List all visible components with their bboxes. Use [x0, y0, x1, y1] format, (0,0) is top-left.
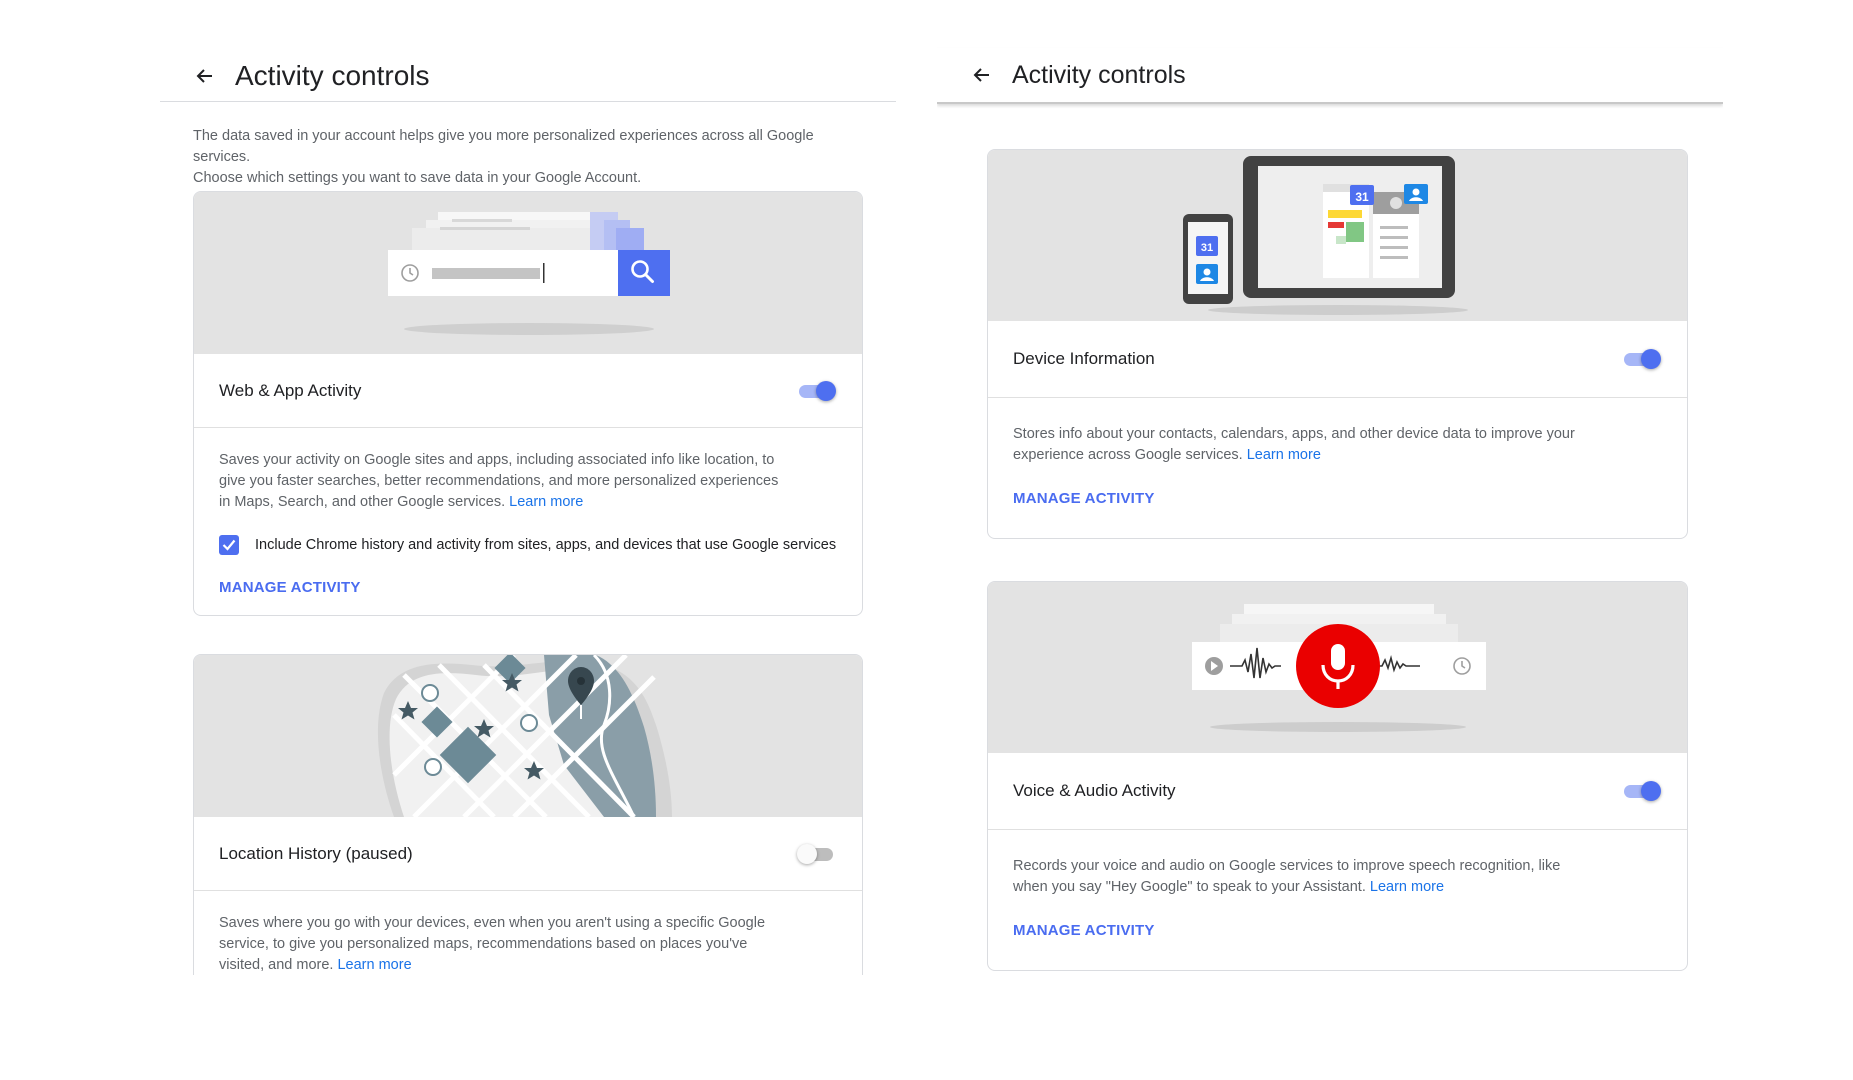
location-description: Saves where you go with your devices, ev… — [219, 915, 766, 973]
voice-illustration — [988, 582, 1687, 753]
search-illustration — [194, 192, 862, 354]
page-header: Activity controls — [160, 50, 896, 102]
manage-activity-button[interactable]: MANAGE ACTIVITY — [1013, 490, 1155, 507]
voice-description-area: Records your voice and audio on Google s… — [988, 830, 1687, 940]
location-description-area: Saves where you go with your devices, ev… — [194, 891, 862, 976]
page-title: Activity controls — [235, 59, 430, 91]
manage-activity-button[interactable]: MANAGE ACTIVITY — [1013, 922, 1155, 939]
learn-more-link[interactable]: Learn more — [509, 494, 583, 510]
page-title: Activity controls — [1012, 60, 1186, 89]
back-arrow-icon[interactable] — [962, 55, 1002, 95]
voice-audio-activity-toggle[interactable] — [1622, 780, 1662, 802]
voice-audio-activity-row: Voice & Audio Activity — [988, 753, 1687, 830]
setting-label: Voice & Audio Activity — [1013, 781, 1176, 800]
microphone-icon — [1296, 624, 1380, 708]
calendar-icon: 31 — [1350, 185, 1374, 205]
checkmark-icon — [222, 539, 236, 551]
right-activity-controls-screen: Activity controls 31 31 Device Informati… — [937, 0, 1723, 1080]
learn-more-link[interactable]: Learn more — [337, 957, 411, 973]
location-history-toggle[interactable] — [797, 843, 837, 865]
left-activity-controls-screen: Activity controls The data saved in your… — [160, 0, 896, 1080]
play-icon — [1205, 657, 1223, 675]
manage-activity-button[interactable]: MANAGE ACTIVITY — [219, 579, 361, 596]
web-app-activity-card: Web & App Activity Saves your activity o… — [193, 191, 863, 616]
voice-description: Records your voice and audio on Google s… — [1013, 858, 1561, 895]
chrome-history-option: Include Chrome history and activity from… — [219, 535, 837, 555]
intro-text: The data saved in your account helps giv… — [193, 128, 814, 186]
learn-more-link[interactable]: Learn more — [1370, 879, 1444, 895]
chrome-history-checkbox[interactable] — [219, 535, 239, 555]
location-history-row: Location History (paused) — [194, 817, 862, 891]
setting-label: Location History (paused) — [219, 843, 413, 863]
device-information-toggle[interactable] — [1622, 348, 1662, 370]
svg-text:31: 31 — [1355, 190, 1369, 204]
device-information-row: Device Information — [988, 321, 1687, 398]
map-illustration — [194, 655, 862, 817]
web-app-description: Saves your activity on Google sites and … — [219, 452, 779, 510]
learn-more-link[interactable]: Learn more — [1247, 447, 1321, 463]
setting-label: Web & App Activity — [219, 380, 362, 400]
device-description: Stores info about your contacts, calenda… — [1013, 426, 1575, 463]
web-app-description-area: Saves your activity on Google sites and … — [194, 428, 862, 597]
devices-illustration: 31 31 — [988, 150, 1687, 321]
voice-audio-activity-card: Voice & Audio Activity Records your voic… — [987, 581, 1688, 971]
page-header: Activity controls — [937, 48, 1723, 104]
checkbox-label: Include Chrome history and activity from… — [255, 537, 837, 553]
contacts-icon — [1404, 184, 1428, 204]
device-description-area: Stores info about your contacts, calenda… — [988, 398, 1687, 508]
device-information-card: 31 31 Device Information Stores info abo… — [987, 149, 1688, 539]
web-app-activity-row: Web & App Activity — [194, 354, 862, 428]
svg-text:31: 31 — [1201, 242, 1213, 254]
setting-label: Device Information — [1013, 349, 1155, 368]
screen-cutoff — [160, 975, 896, 1080]
back-arrow-icon[interactable] — [185, 56, 225, 96]
web-app-activity-toggle[interactable] — [797, 380, 837, 402]
